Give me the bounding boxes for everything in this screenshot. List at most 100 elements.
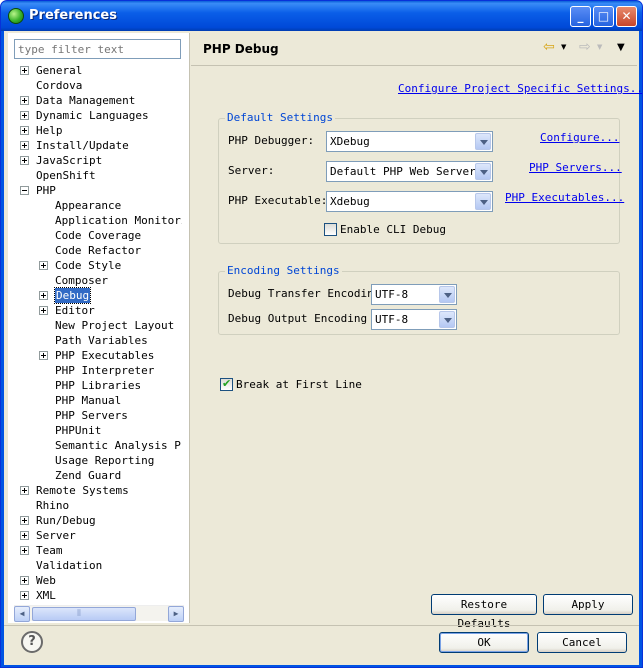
tree-item-label[interactable]: Team	[36, 543, 63, 558]
view-menu-icon[interactable]: ▼	[617, 42, 625, 53]
break-at-first-line-checkbox[interactable]	[220, 377, 233, 391]
tree-item-label[interactable]: Composer	[55, 273, 108, 288]
chevron-down-icon[interactable]	[439, 311, 455, 328]
restore-defaults-button[interactable]: Restore Defaults	[431, 594, 537, 630]
tree-item-label[interactable]: Editor	[55, 303, 95, 318]
expand-icon[interactable]	[20, 141, 29, 150]
expand-icon[interactable]	[39, 291, 48, 300]
tree-item-label[interactable]: Data Management	[36, 93, 135, 108]
tree-item-label[interactable]: Install/Update	[36, 138, 129, 153]
tree-item-label[interactable]: Help	[36, 123, 63, 138]
tree-item-label[interactable]: PHP Libraries	[55, 378, 141, 393]
expand-icon[interactable]	[20, 546, 29, 555]
expand-icon[interactable]	[39, 351, 48, 360]
tree-item-label[interactable]: Dynamic Languages	[36, 108, 149, 123]
debug-output-encoding-select[interactable]: UTF-8	[371, 309, 457, 330]
debug-transfer-encoding-value: UTF-8	[375, 288, 409, 301]
expand-icon[interactable]	[20, 126, 29, 135]
chevron-down-icon[interactable]	[475, 163, 491, 180]
expand-icon[interactable]	[20, 156, 29, 165]
expand-icon[interactable]	[20, 516, 29, 525]
php-servers-link[interactable]: PHP Servers...	[529, 161, 622, 174]
tree-item-label[interactable]: Web	[36, 573, 56, 588]
tree-item-label[interactable]: PHP Executables	[55, 348, 154, 363]
expand-icon[interactable]	[20, 111, 29, 120]
configure-project-settings-link[interactable]: Configure Project Specific Settings...	[398, 82, 642, 95]
break-at-first-line-label[interactable]: Break at First Line	[236, 378, 362, 391]
tree-item-label[interactable]: JavaScript	[36, 153, 102, 168]
minimize-button[interactable]: _	[570, 6, 591, 27]
enable-cli-debug-label[interactable]: Enable CLI Debug	[340, 223, 446, 236]
tree-item-label[interactable]: Server	[36, 528, 76, 543]
tree-item-label[interactable]: Usage Reporting	[55, 453, 154, 468]
tree-item-label[interactable]: PHP Manual	[55, 393, 121, 408]
tree-item-label[interactable]: Semantic Analysis Pro	[55, 438, 182, 453]
chevron-down-icon[interactable]	[475, 193, 491, 210]
tree-item-label[interactable]: Appearance	[55, 198, 121, 213]
debug-transfer-encoding-select[interactable]: UTF-8	[371, 284, 457, 305]
help-icon[interactable]: ?	[21, 631, 43, 653]
tree-item-label[interactable]: Path Variables	[55, 333, 148, 348]
tree-item-label[interactable]: Run/Debug	[36, 513, 96, 528]
server-select[interactable]: Default PHP Web Server	[326, 161, 493, 182]
tree-item-label[interactable]: General	[36, 63, 82, 78]
tree-item-label[interactable]: Application Monitorir	[55, 213, 182, 228]
tree-item-label[interactable]: OpenShift	[36, 168, 96, 183]
tree-item-label[interactable]: Code Coverage	[55, 228, 141, 243]
back-arrow-icon[interactable]: ⇦	[543, 39, 555, 55]
tree-item-label[interactable]: PHP Servers	[55, 408, 128, 423]
tree-item-label[interactable]: Debug	[53, 287, 92, 304]
ok-button[interactable]: OK	[439, 632, 529, 653]
chevron-down-icon[interactable]	[475, 133, 491, 150]
tree-item-label[interactable]: Rhino	[36, 498, 69, 513]
php-executable-value: Xdebug	[330, 195, 370, 208]
expand-icon[interactable]	[39, 306, 48, 315]
expand-icon[interactable]	[20, 591, 29, 600]
php-executables-link[interactable]: PHP Executables...	[505, 191, 624, 204]
title-bar[interactable]: Preferences _ □ ✕	[1, 1, 642, 31]
forward-arrow-icon[interactable]: ⇨	[579, 39, 591, 55]
tree-item-label[interactable]: Cordova	[36, 78, 82, 93]
collapse-icon[interactable]	[20, 186, 29, 195]
maximize-button[interactable]: □	[593, 6, 614, 27]
tree-item-label[interactable]: PHP Interpreter	[55, 363, 154, 378]
tree-item-label[interactable]: Code Style	[55, 258, 121, 273]
tree-item-label[interactable]: Zend Guard	[55, 468, 121, 483]
cancel-button[interactable]: Cancel	[537, 632, 627, 653]
php-debugger-select[interactable]: XDebug	[326, 131, 493, 152]
tree-item-label[interactable]: XML	[36, 588, 56, 603]
php-executable-select[interactable]: Xdebug	[326, 191, 493, 212]
page-title: PHP Debug	[203, 42, 279, 56]
forward-dropdown-icon[interactable]: ▼	[597, 43, 602, 51]
enable-cli-debug-checkbox[interactable]	[324, 223, 337, 236]
expand-icon[interactable]	[20, 486, 29, 495]
expand-icon[interactable]	[39, 261, 48, 270]
preference-page: PHP Debug ⇦ ▼ ⇨ ▼ ▼ Configure Project Sp…	[191, 33, 642, 630]
encoding-settings-legend: Encoding Settings	[225, 264, 342, 277]
php-executable-label: PHP Executable:	[228, 194, 328, 207]
chevron-down-icon[interactable]	[439, 286, 455, 303]
scrollbar-thumb[interactable]	[32, 607, 136, 621]
window-title: Preferences	[29, 8, 117, 23]
expand-icon[interactable]	[20, 66, 29, 75]
tree-item-label[interactable]: Code Refactor	[55, 243, 141, 258]
tree-item-label[interactable]: PHP	[36, 183, 56, 198]
scroll-right-icon[interactable]: ▶	[168, 606, 184, 622]
tree-item-label[interactable]: Remote Systems	[36, 483, 129, 498]
tree-item-label[interactable]: PHPUnit	[55, 423, 101, 438]
tree-item-label[interactable]: Validation	[36, 558, 102, 573]
expand-icon[interactable]	[20, 96, 29, 105]
tree-item-label[interactable]: New Project Layout	[55, 318, 174, 333]
close-button[interactable]: ✕	[616, 6, 637, 27]
expand-icon[interactable]	[20, 531, 29, 540]
header-separator	[191, 65, 637, 66]
apply-button[interactable]: Apply	[543, 594, 633, 615]
scroll-left-icon[interactable]: ◀	[14, 606, 30, 622]
tree-horizontal-scrollbar[interactable]: ◀ ▶	[14, 605, 184, 622]
back-dropdown-icon[interactable]: ▼	[561, 43, 566, 51]
dialog-client-area: GeneralCordovaData ManagementDynamic Lan…	[4, 31, 642, 665]
configure-link[interactable]: Configure...	[540, 131, 619, 144]
preferences-tree-pane: GeneralCordovaData ManagementDynamic Lan…	[8, 33, 190, 623]
filter-input[interactable]	[14, 39, 181, 59]
expand-icon[interactable]	[20, 576, 29, 585]
